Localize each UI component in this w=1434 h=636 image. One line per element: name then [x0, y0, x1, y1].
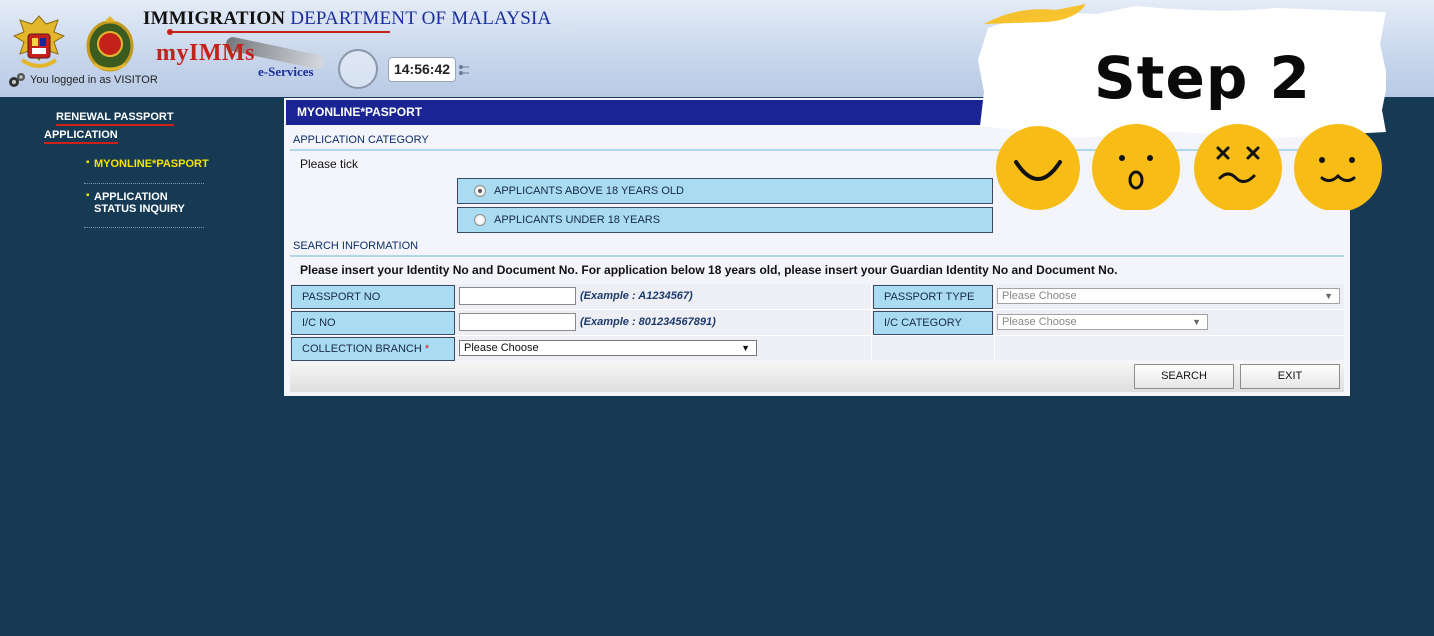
- radio-option-under-18[interactable]: APPLICANTS UNDER 18 YEARS: [457, 207, 993, 233]
- users-icon: [9, 73, 25, 87]
- title-bold: IMMIGRATION: [143, 8, 286, 29]
- passport-no-label: PASSPORT NO: [291, 285, 455, 309]
- title-rest: DEPARTMENT OF MALAYSIA: [290, 8, 552, 29]
- section-divider: [290, 255, 1344, 257]
- clock-display: 14:56:42: [388, 57, 456, 82]
- passport-type-value: Please Choose: [1002, 290, 1077, 302]
- radio-option-above-18[interactable]: APPLICANTS ABOVE 18 YEARS OLD: [457, 178, 993, 204]
- section-heading-category: APPLICATION CATEGORY: [293, 134, 429, 146]
- decor-line: [170, 31, 390, 33]
- connector-icon: [459, 65, 469, 75]
- dizzy-emoji-icon: [1194, 124, 1282, 210]
- row-separator: [290, 309, 1344, 310]
- smile-emoji-icon: [996, 126, 1080, 210]
- sidebar-item-label-line1: APPLICATION: [94, 191, 168, 203]
- radio-label: APPLICANTS ABOVE 18 YEARS OLD: [494, 185, 684, 197]
- collection-branch-label: COLLECTION BRANCH *: [291, 337, 455, 361]
- ic-category-label: I/C CATEGORY: [873, 311, 993, 335]
- radio-button-checked[interactable]: [474, 185, 486, 197]
- chevron-down-icon: ▼: [741, 343, 750, 353]
- immigration-emblem-icon: [86, 16, 134, 72]
- nav-heading-underline: [56, 124, 174, 126]
- radio-label: APPLICANTS UNDER 18 YEARS: [494, 214, 661, 226]
- bullet-icon: ▪: [86, 190, 90, 201]
- column-separator: [871, 284, 872, 360]
- cheeky-emoji-icon: [1294, 124, 1382, 210]
- search-button[interactable]: SEARCH: [1134, 364, 1234, 389]
- search-instruction: Please insert your Identity No and Docum…: [300, 263, 1118, 277]
- required-mark: *: [424, 343, 430, 355]
- passport-type-label: PASSPORT TYPE: [873, 285, 993, 309]
- category-instruction: Please tick: [300, 157, 359, 171]
- ic-no-example: (Example : 801234567891): [580, 316, 716, 328]
- department-title: IMMIGRATION DEPARTMENT OF MALAYSIA: [143, 8, 551, 30]
- passport-no-input[interactable]: [459, 287, 576, 305]
- section-heading-search: SEARCH INFORMATION: [293, 240, 419, 252]
- nav-heading-line2[interactable]: APPLICATION: [44, 129, 118, 141]
- app-subtitle: e-Services: [258, 64, 314, 79]
- ic-category-value: Please Choose: [1002, 316, 1077, 328]
- app-logo: myIMMs: [156, 40, 255, 66]
- chevron-down-icon: ▼: [1324, 291, 1333, 301]
- collection-branch-select[interactable]: Please Choose ▼: [459, 340, 757, 356]
- step-label: Step 2: [1094, 44, 1311, 112]
- sidebar-item-application-status[interactable]: ▪ APPLICATION STATUS INQUIRY: [84, 190, 204, 228]
- radio-button[interactable]: [474, 214, 486, 226]
- surprised-emoji-icon: [1092, 124, 1180, 210]
- bullet-icon: ▪: [86, 157, 90, 168]
- passport-no-example: (Example : A1234567): [580, 290, 693, 302]
- sidebar-item-myonline-pasport[interactable]: ▪ MYONLINE*PASPORT: [84, 157, 209, 184]
- malaysia-coat-of-arms-icon: [12, 15, 66, 68]
- ic-category-select[interactable]: Please Choose ▼: [997, 314, 1208, 330]
- nav-heading-line1[interactable]: RENEWAL PASSPORT: [56, 111, 174, 123]
- row-separator: [290, 335, 1344, 336]
- sidebar-item-label-line2: STATUS INQUIRY: [94, 203, 185, 215]
- exit-button[interactable]: EXIT: [1240, 364, 1340, 389]
- ic-no-label: I/C NO: [291, 311, 455, 335]
- nav-heading-underline-2: [44, 142, 118, 144]
- sidebar-item-label: MYONLINE*PASPORT: [94, 158, 209, 170]
- login-status-text: You logged in as VISITOR: [30, 74, 158, 86]
- ic-no-input[interactable]: [459, 313, 576, 331]
- column-separator: [994, 284, 995, 360]
- collection-branch-label-text: COLLECTION BRANCH: [302, 343, 422, 355]
- collection-branch-value: Please Choose: [464, 342, 539, 354]
- clock-ring-icon: [338, 49, 378, 89]
- login-status: You logged in as VISITOR: [8, 72, 158, 88]
- passport-type-select[interactable]: Please Choose ▼: [997, 288, 1340, 304]
- chevron-down-icon: ▼: [1192, 317, 1201, 327]
